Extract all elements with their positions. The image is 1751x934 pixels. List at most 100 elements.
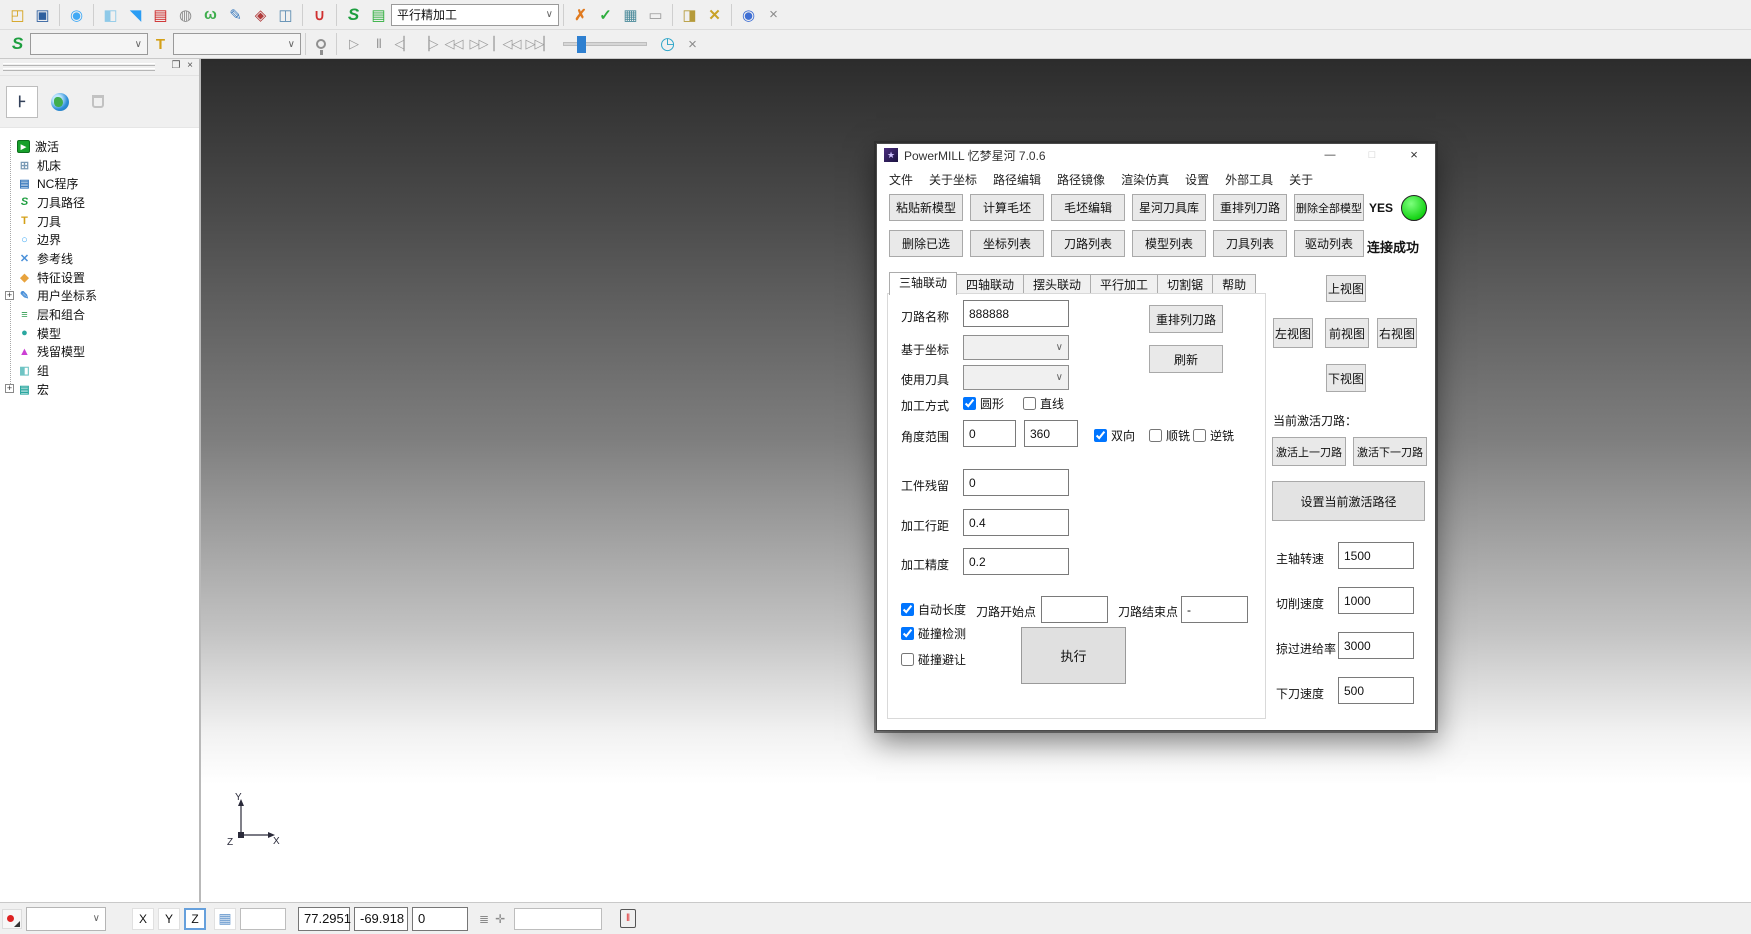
bulb-icon[interactable]	[316, 39, 326, 49]
delete-selected-button[interactable]: 删除已选	[889, 230, 963, 257]
readout-field[interactable]	[240, 908, 286, 930]
tab-explorer-tree[interactable]: ⊦	[6, 86, 38, 118]
float-panel-icon[interactable]: ❐	[169, 60, 183, 71]
sim-toolpath-select[interactable]: ∨	[30, 33, 148, 55]
play-icon[interactable]: ▷	[341, 32, 366, 56]
bottom-view-button[interactable]: 下视图	[1326, 364, 1366, 392]
tree-item-workplanes[interactable]: + ✎ 用户坐标系	[0, 287, 199, 306]
close-panel-icon[interactable]: ×	[183, 60, 197, 71]
tree-item-groups[interactable]: ◧ 组	[0, 361, 199, 380]
expand-icon[interactable]: +	[5, 291, 14, 300]
use-tool-select[interactable]: ∨	[963, 365, 1069, 390]
linear-checkbox[interactable]: 直线	[1023, 395, 1064, 412]
toolpath-name-input[interactable]	[963, 300, 1069, 327]
dialog-titlebar[interactable]: ★ PowerMILL 忆梦星河 7.0.6	[877, 144, 1435, 166]
conventional-checkbox-input[interactable]	[1193, 429, 1206, 442]
angle-end-input[interactable]	[1024, 420, 1078, 447]
minimize-button[interactable]: —	[1315, 146, 1345, 164]
menu-settings[interactable]: 设置	[1177, 171, 1217, 188]
axis-x-button[interactable]: X	[132, 908, 154, 930]
circular-checkbox-input[interactable]	[963, 397, 976, 410]
tree-item-toolpaths[interactable]: S 刀具路径	[0, 193, 199, 212]
tolerance-input[interactable]	[963, 548, 1069, 575]
set-active-path-button[interactable]: 设置当前激活路径	[1272, 481, 1425, 521]
tree-item-activate[interactable]: ▶ 激活	[0, 137, 199, 156]
delete-all-models-button[interactable]: 删除全部模型	[1294, 194, 1364, 221]
rewind-icon[interactable]: ◁◁	[441, 32, 466, 56]
linear-checkbox-input[interactable]	[1023, 397, 1036, 410]
coord-list-button[interactable]: 坐标列表	[970, 230, 1044, 257]
tab-web[interactable]	[44, 86, 76, 118]
compute-block-button[interactable]: 计算毛坯	[970, 194, 1044, 221]
conventional-checkbox[interactable]: 逆铣	[1193, 427, 1234, 444]
activate-prev-toolpath-button[interactable]: 激活上一刀路	[1272, 437, 1346, 466]
expand-icon[interactable]: +	[5, 384, 14, 393]
probe-position-icon[interactable]: ✛	[495, 912, 505, 926]
menu-about[interactable]: 关于	[1281, 171, 1321, 188]
tree-item-levels-sets[interactable]: ≡ 层和组合	[0, 305, 199, 324]
tab-cutting-saw[interactable]: 切割锯	[1158, 274, 1213, 295]
tool-list-button[interactable]: 刀具列表	[1213, 230, 1287, 257]
top-view-button[interactable]: 上视图	[1326, 275, 1366, 302]
stepover-input[interactable]	[963, 509, 1069, 536]
right-view-button[interactable]: 右视图	[1377, 318, 1417, 348]
bidirectional-checkbox-input[interactable]	[1094, 429, 1107, 442]
based-coord-select[interactable]: ∨	[963, 335, 1069, 360]
verify-ok-icon[interactable]: ✓	[593, 3, 618, 27]
tab-help[interactable]: 帮助	[1213, 274, 1256, 295]
close-toolbar-icon[interactable]: ×	[761, 3, 786, 27]
execute-button[interactable]: 执行	[1021, 627, 1126, 684]
sim-tool-select[interactable]: ∨	[173, 33, 301, 55]
strategy-select[interactable]: 平行精加工 ∨	[391, 4, 559, 26]
auto-length-checkbox[interactable]: 自动长度	[901, 601, 966, 618]
step-back-icon[interactable]: ◁▏	[391, 32, 416, 56]
tab-recycle-bin[interactable]	[82, 86, 114, 118]
bidirectional-checkbox[interactable]: 双向	[1094, 427, 1135, 444]
pattern-icon[interactable]: ◈	[248, 3, 273, 27]
open-project-icon[interactable]: ◰	[5, 3, 30, 27]
circular-checkbox[interactable]: 圆形	[963, 395, 1004, 412]
tree-item-machine-tools[interactable]: ⊞ 机床	[0, 156, 199, 175]
auto-length-checkbox-input[interactable]	[901, 603, 914, 616]
menu-file[interactable]: 文件	[881, 171, 921, 188]
menu-render-simulate[interactable]: 渲染仿真	[1113, 171, 1177, 188]
feed-rate-icon[interactable]: ▤	[148, 3, 173, 27]
block-icon[interactable]: ◧	[98, 3, 123, 27]
tree-item-patterns[interactable]: ✕ 参考线	[0, 249, 199, 268]
workplane-select[interactable]: ∨	[26, 907, 106, 931]
tool-draw-icon[interactable]: ◍	[173, 3, 198, 27]
snapshot-menu-button[interactable]	[2, 909, 22, 929]
grid-toggle-button[interactable]: ▦	[214, 908, 236, 930]
panel-header[interactable]: ❐ ×	[0, 59, 199, 76]
tree-item-macros[interactable]: + ▤ 宏	[0, 380, 199, 399]
menu-path-edit[interactable]: 路径编辑	[985, 171, 1049, 188]
toolpath-list-button[interactable]: 刀路列表	[1051, 230, 1125, 257]
axis-y-button[interactable]: Y	[158, 908, 180, 930]
close-sim-toolbar-icon[interactable]: ×	[680, 32, 705, 56]
tool-compare-icon[interactable]: ◨	[677, 3, 702, 27]
model-compare-icon[interactable]: ◉	[736, 3, 761, 27]
xinghe-tool-library-button[interactable]: 星河刀具库	[1132, 194, 1206, 221]
start-point-input[interactable]	[1041, 596, 1108, 623]
tree-item-models[interactable]: ● 模型	[0, 324, 199, 343]
collision-check-checkbox-input[interactable]	[901, 627, 914, 640]
climb-checkbox[interactable]: 顺铣	[1149, 427, 1190, 444]
tree-item-feature-sets[interactable]: ◆ 特征设置	[0, 268, 199, 287]
sim-toolpath-icon[interactable]: S	[5, 32, 30, 56]
rearrange-toolpaths-button-2[interactable]: 重排列刀路	[1149, 305, 1223, 333]
xyz-list-icon[interactable]: ≣	[479, 912, 489, 926]
tool-block-icon[interactable]: ◫	[273, 3, 298, 27]
clock-icon[interactable]: ◷	[655, 32, 680, 56]
skim-feed-input[interactable]	[1338, 632, 1414, 659]
cutting-feed-input[interactable]	[1338, 587, 1414, 614]
tool-holder-icon[interactable]: ∪	[307, 3, 332, 27]
transform-icon[interactable]: ✕	[702, 3, 727, 27]
clipboard-pause-icon[interactable]: ‖	[620, 909, 636, 928]
calculator-icon[interactable]: ▦	[618, 3, 643, 27]
close-button[interactable]: ×	[1399, 146, 1429, 164]
activate-next-toolpath-button[interactable]: 激活下一刀路	[1353, 437, 1427, 466]
shaded-model-icon[interactable]: ◉	[64, 3, 89, 27]
fast-forward-icon[interactable]: ▷▷	[466, 32, 491, 56]
toolpath-list-icon[interactable]: ▤	[366, 3, 391, 27]
verify-collision-icon[interactable]: ✗	[568, 3, 593, 27]
